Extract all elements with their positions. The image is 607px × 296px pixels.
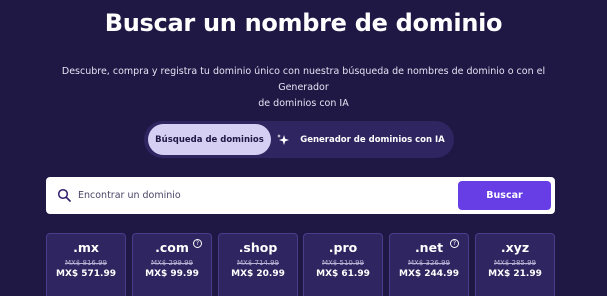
tld-old-price: MX$ 299.99: [150, 259, 193, 267]
search-button[interactable]: Buscar: [458, 181, 551, 210]
page-title: Buscar un nombre de dominio: [104, 9, 503, 37]
tld-extension: .xyz: [500, 240, 530, 255]
page-subtitle: Descubre, compra y registra tu dominio ú…: [40, 64, 567, 112]
help-icon[interactable]: ?: [193, 239, 202, 248]
tld-price: MX$ 571.99: [55, 269, 117, 279]
tld-price: MX$ 99.99: [145, 269, 199, 279]
tld-card-shop[interactable]: .shop MX$ 714.99 MX$ 20.99: [218, 233, 298, 296]
tab-ai-generator-label: Generador de dominios con IA: [300, 134, 445, 145]
tab-domain-search[interactable]: Búsqueda de dominios: [148, 124, 271, 155]
tld-price: MX$ 21.99: [488, 269, 542, 279]
tld-old-price: MX$ 510.99: [321, 259, 364, 267]
tld-card-mx[interactable]: .mx MX$ 816.99 MX$ 571.99: [46, 233, 126, 296]
tld-old-price: MX$ 285.99: [493, 259, 536, 267]
tld-card-com[interactable]: .com ? MX$ 299.99 MX$ 99.99: [132, 233, 212, 296]
tld-card-xyz[interactable]: .xyz MX$ 285.99 MX$ 21.99: [475, 233, 555, 296]
tld-price: MX$ 244.99: [398, 269, 460, 279]
search-mode-tabs: Búsqueda de dominios Generador de domini…: [144, 121, 454, 158]
domain-search-input[interactable]: [78, 184, 458, 207]
domain-search-bar: Buscar: [46, 177, 555, 214]
tld-card-net[interactable]: .net ? MX$ 326.99 MX$ 244.99: [389, 233, 469, 296]
tld-price: MX$ 20.99: [231, 269, 285, 279]
tab-ai-generator[interactable]: Generador de dominios con IA: [271, 124, 450, 155]
tld-extension: .pro: [328, 240, 358, 255]
tld-old-price: MX$ 714.99: [236, 259, 279, 267]
tld-extension: .mx: [73, 240, 99, 255]
subtitle-line-2: de dominios con IA: [258, 98, 349, 109]
tld-price: MX$ 61.99: [316, 269, 370, 279]
search-icon: [57, 188, 71, 202]
sparkle-icon: [277, 133, 290, 145]
tld-old-price: MX$ 326.99: [407, 259, 450, 267]
tld-card-pro[interactable]: .pro MX$ 510.99 MX$ 61.99: [303, 233, 383, 296]
subtitle-line-1: Descubre, compra y registra tu dominio ú…: [61, 66, 546, 93]
tab-domain-search-label: Búsqueda de dominios: [155, 134, 264, 145]
help-icon[interactable]: ?: [450, 239, 459, 248]
tld-price-list: .mx MX$ 816.99 MX$ 571.99 .com ? MX$ 299…: [46, 233, 555, 296]
tld-extension: .shop: [238, 240, 278, 255]
tld-old-price: MX$ 816.99: [64, 259, 107, 267]
